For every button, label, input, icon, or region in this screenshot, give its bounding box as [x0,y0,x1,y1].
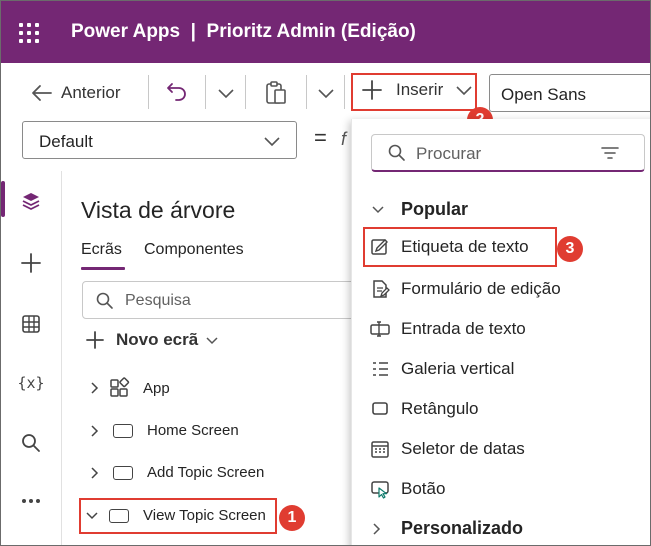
insert-search-input[interactable]: Procurar [371,134,645,172]
back-label: Anterior [61,83,121,102]
tree-item-add-topic-screen[interactable]: Add Topic Screen [89,464,264,481]
step-badge-1: 1 [279,505,305,531]
new-screen-button[interactable]: Novo ecrã [85,330,219,350]
tree-item-app[interactable]: App [89,377,170,399]
arrow-left-icon [32,85,52,101]
insert-item-label: Entrada de texto [401,319,526,338]
app-window: Power Apps | Prioritz Admin (Edição) Ant… [0,0,651,546]
chevron-right-icon [91,466,99,479]
new-screen-label: Novo ecrã [116,330,199,349]
section-popular[interactable]: Popular [371,199,468,220]
title-bar: Power Apps | Prioritz Admin (Edição) [1,1,650,63]
chevron-right-icon [373,522,381,535]
data-table-icon[interactable] [19,312,43,336]
active-tab-indicator [81,267,125,270]
property-value: Default [39,132,93,151]
filter-icon[interactable] [600,145,620,161]
insert-search-placeholder: Procurar [416,144,482,163]
back-button[interactable]: Anterior [31,78,121,108]
tree-view-title: Vista de árvore [81,197,236,223]
chevron-down-icon [456,86,472,96]
search-icon [96,292,113,309]
section-custom-label: Personalizado [401,518,524,538]
rectangle-icon [369,398,391,420]
tree-view-layers-icon[interactable] [19,189,43,213]
edit-form-icon [369,278,391,300]
formula-bar[interactable]: f [341,129,346,150]
tree-item-home-screen[interactable]: Home Screen [89,422,239,439]
section-custom[interactable]: Personalizado [371,518,523,539]
insert-item-label: Galeria vertical [401,359,515,378]
screen-icon [109,508,129,523]
chevron-down-icon[interactable] [217,87,235,99]
tree-item-label: App [143,379,170,397]
plus-icon [362,80,382,100]
insert-item-label: Botão [401,479,446,498]
toolbar-divider [148,75,149,109]
tree-item-label: Add Topic Screen [147,464,265,481]
text-label-icon [369,236,391,258]
chevron-down-icon [86,511,98,519]
insert-button[interactable]: Inserir [361,79,473,101]
chevron-down-icon [206,337,218,345]
toolbar-divider [306,75,307,109]
toolbar-divider [344,75,345,109]
screen-icon [113,465,133,480]
plus-icon [86,331,104,349]
insert-item-rectangle[interactable]: Retângulo [369,398,479,420]
font-family-select[interactable]: Open Sans [489,74,650,112]
tree-item-label: View Topic Screen [143,507,266,524]
tree-item-view-topic-screen[interactable]: View Topic Screen [85,507,266,524]
chevron-down-icon [264,137,280,147]
insert-item-button[interactable]: Botão [369,478,445,500]
chevron-right-icon [91,382,99,394]
button-icon [369,478,391,500]
more-options-icon[interactable] [19,489,43,513]
insert-item-vertical-gallery[interactable]: Galeria vertical [369,358,514,380]
chevron-down-icon [372,205,384,213]
app-title: Power Apps | Prioritz Admin (Edição) [71,21,416,42]
clipboard-icon [266,81,286,104]
search-icon [388,144,405,161]
insert-item-label: Etiqueta de texto [401,237,529,256]
paste-button[interactable] [264,80,288,106]
undo-icon [167,83,186,101]
tab-components[interactable]: Componentes [144,241,244,259]
insert-plus-icon[interactable] [19,251,43,275]
undo-button[interactable] [165,79,189,103]
property-select[interactable]: Default [22,121,297,159]
insert-item-label: Retângulo [401,399,479,418]
app-launcher-icon[interactable] [19,23,39,43]
insert-item-text-label[interactable]: Etiqueta de texto [369,236,529,258]
toolbar-divider [205,75,206,109]
text-input-icon [369,318,391,340]
step-badge-3: 3 [557,236,583,262]
insert-item-text-input[interactable]: Entrada de texto [369,318,526,340]
formula-equals: = [314,125,327,150]
toolbar-divider [245,75,246,109]
insert-item-label: Seletor de datas [401,439,525,458]
insert-item-label: Formulário de edição [401,279,561,298]
app-icon [110,377,130,397]
rail-active-indicator [1,181,5,217]
tree-search-input[interactable]: Pesquisa [82,281,362,319]
chevron-right-icon [91,424,99,437]
calendar-icon [369,438,391,460]
insert-label: Inserir [396,80,444,99]
tab-screens[interactable]: Ecrãs [81,241,122,259]
chevron-down-icon[interactable] [317,87,335,99]
variables-icon[interactable]: {x} [17,371,44,395]
section-popular-label: Popular [401,199,469,219]
screen-icon [113,423,133,438]
search-icon[interactable] [19,431,43,455]
tree-search-placeholder: Pesquisa [125,292,191,309]
insert-item-edit-form[interactable]: Formulário de edição [369,278,561,300]
tree-item-label: Home Screen [147,422,239,439]
vertical-gallery-icon [369,358,391,380]
insert-item-date-picker[interactable]: Seletor de datas [369,438,525,460]
